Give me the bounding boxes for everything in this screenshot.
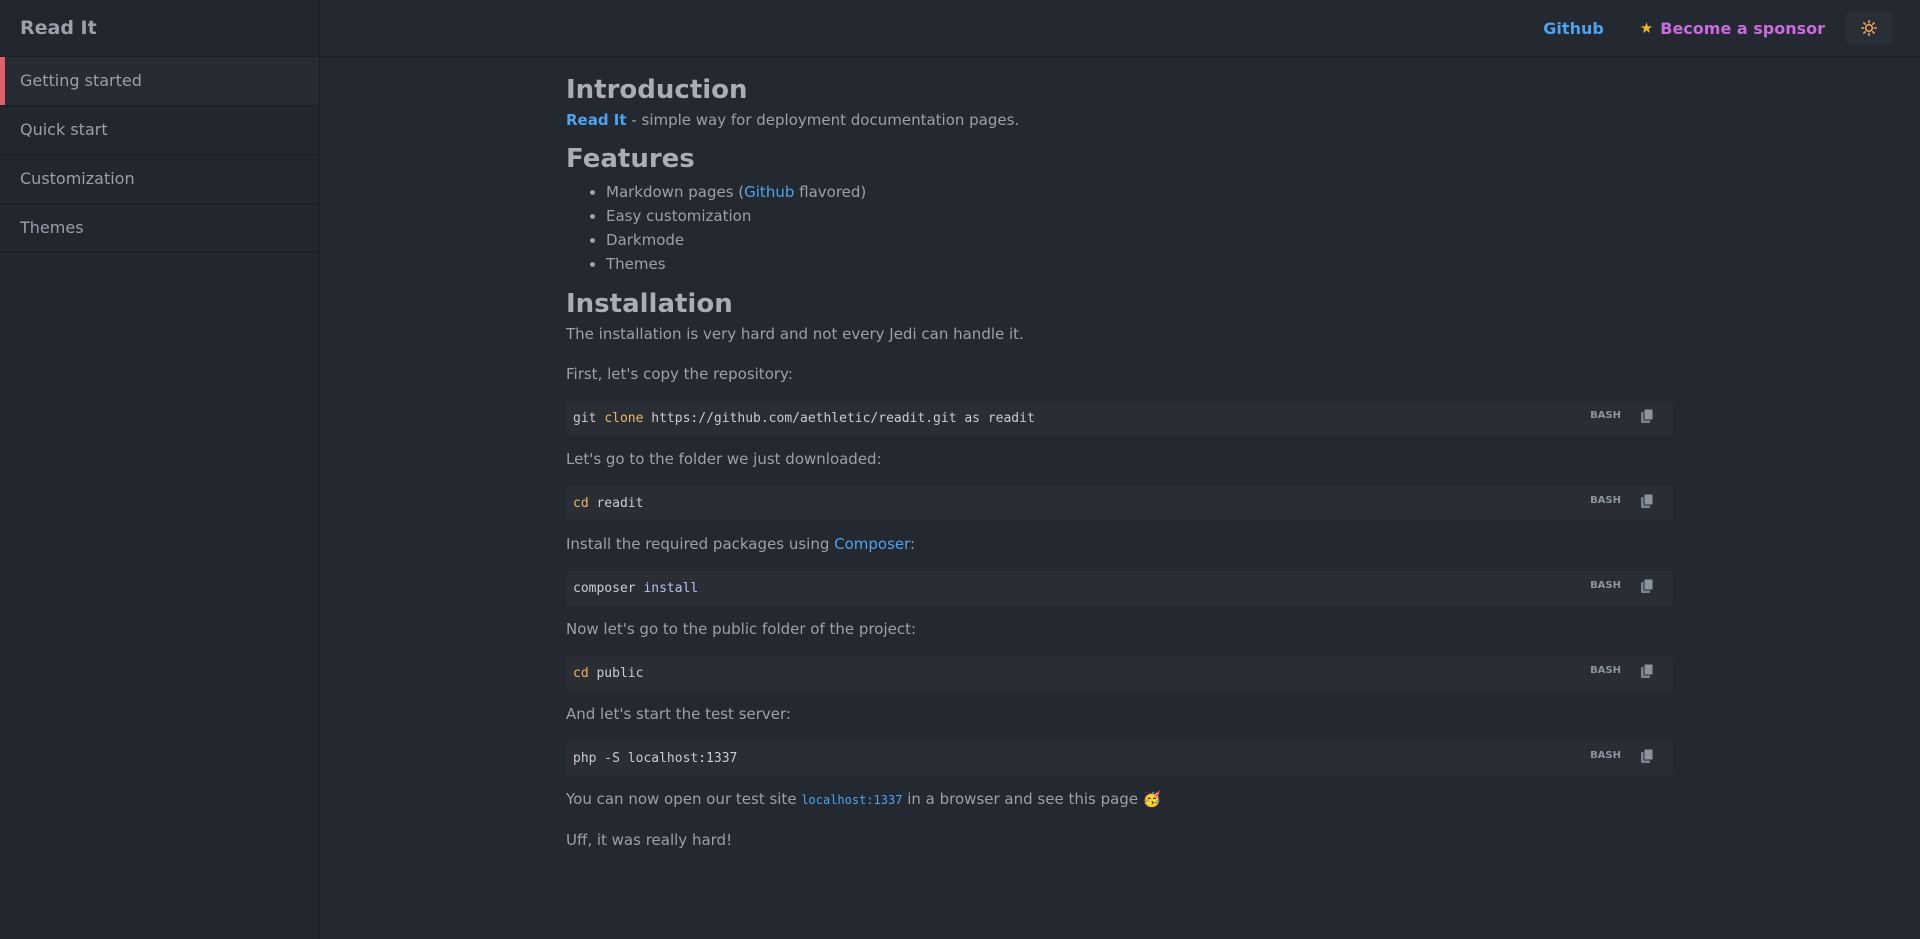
intro-paragraph: Read It - simple way for deployment docu…	[566, 109, 1673, 131]
install-paragraph-7: You can now open our test site localhost…	[566, 788, 1673, 811]
sidebar-item-quick-start[interactable]: Quick start	[0, 106, 319, 155]
install-paragraph-5: Now let's go to the public folder of the…	[566, 620, 917, 638]
copy-icon[interactable]	[1639, 578, 1655, 594]
list-item: Markdown pages (Github flavored)	[606, 180, 1673, 204]
code-keyword: install	[643, 581, 699, 596]
feature-markdown-pre: Markdown pages (	[606, 183, 745, 201]
install-paragraph-8: Uff, it was really hard!	[566, 831, 733, 849]
github-link[interactable]: Github	[1543, 19, 1604, 38]
install-paragraph-2: First, let's copy the repository:	[566, 365, 793, 383]
copy-icon[interactable]	[1639, 663, 1655, 679]
code-block-composer: composer install BASH	[566, 571, 1673, 606]
sun-icon	[1860, 20, 1877, 36]
code-language-label: BASH	[1590, 665, 1621, 676]
code-language-label: BASH	[1590, 750, 1621, 761]
code-keyword: cd	[573, 666, 589, 681]
copy-icon[interactable]	[1639, 493, 1655, 509]
inline-code-localhost: localhost:1337	[801, 793, 903, 807]
list-item: Themes	[606, 252, 1673, 276]
top-header: Github ★ Become a sponsor	[320, 0, 1920, 57]
code-block-cd-readit: cd readit BASH	[566, 486, 1673, 521]
sidebar: Read It Getting started Quick start Cust…	[0, 0, 320, 939]
sidebar-item-customization[interactable]: Customization	[0, 155, 319, 204]
code-language-label: BASH	[1590, 410, 1621, 421]
install-p4-post: :	[910, 535, 916, 553]
readit-link[interactable]: Read It	[566, 111, 627, 129]
header-links: Github ★ Become a sponsor	[1543, 12, 1892, 44]
code-text: php -S localhost:1337	[573, 751, 738, 766]
install-paragraph-3: Let's go to the folder we just downloade…	[566, 450, 882, 468]
copy-icon[interactable]	[1639, 748, 1655, 764]
install-p7-pre: You can now open our test site	[566, 790, 802, 808]
intro-text: - simple way for deployment documentatio…	[626, 111, 1020, 129]
code-text: composer	[573, 581, 644, 596]
sidebar-item-getting-started[interactable]: Getting started	[0, 57, 319, 106]
list-item: Easy customization	[606, 204, 1673, 228]
sidebar-item-themes[interactable]: Themes	[0, 204, 319, 253]
code-language-label: BASH	[1590, 495, 1621, 506]
code-block-clone: git clone https://github.com/aethletic/r…	[566, 401, 1673, 436]
install-p4-pre: Install the required packages using	[566, 535, 835, 553]
theme-toggle-button[interactable]	[1845, 12, 1892, 44]
github-flavored-link[interactable]: Github	[744, 183, 794, 201]
code-text: git	[573, 411, 605, 426]
main-content: Introduction Read It - simple way for de…	[566, 73, 1673, 851]
code-keyword: cd	[573, 496, 589, 511]
heading-installation: Installation	[566, 289, 733, 319]
sponsor-link[interactable]: ★ Become a sponsor	[1640, 19, 1825, 38]
code-text: public	[588, 666, 644, 681]
code-block-cd-public: cd public BASH	[566, 656, 1673, 691]
code-language-label: BASH	[1590, 580, 1621, 591]
sponsor-label: Become a sponsor	[1660, 18, 1825, 38]
install-p7-post: in a browser and see this page 🥳	[902, 790, 1162, 808]
heading-introduction: Introduction	[566, 75, 748, 105]
feature-markdown-post: flavored)	[794, 183, 867, 201]
code-block-php-server: php -S localhost:1337 BASH	[566, 741, 1673, 776]
install-paragraph-4: Install the required packages using Comp…	[566, 533, 1673, 555]
install-paragraph-1: The installation is very hard and not ev…	[566, 325, 1024, 343]
composer-link[interactable]: Composer	[834, 535, 910, 553]
install-paragraph-6: And let's start the test server:	[566, 705, 791, 723]
code-keyword: clone	[604, 411, 644, 426]
heading-features: Features	[566, 144, 695, 174]
copy-icon[interactable]	[1639, 408, 1655, 424]
code-text: https://github.com/aethletic/readit.git …	[643, 411, 1035, 426]
brand-title[interactable]: Read It	[0, 0, 319, 57]
features-list: Markdown pages (Github flavored) Easy cu…	[566, 180, 1673, 276]
star-icon: ★	[1639, 19, 1654, 37]
code-text: readit	[588, 496, 644, 511]
list-item: Darkmode	[606, 228, 1673, 252]
